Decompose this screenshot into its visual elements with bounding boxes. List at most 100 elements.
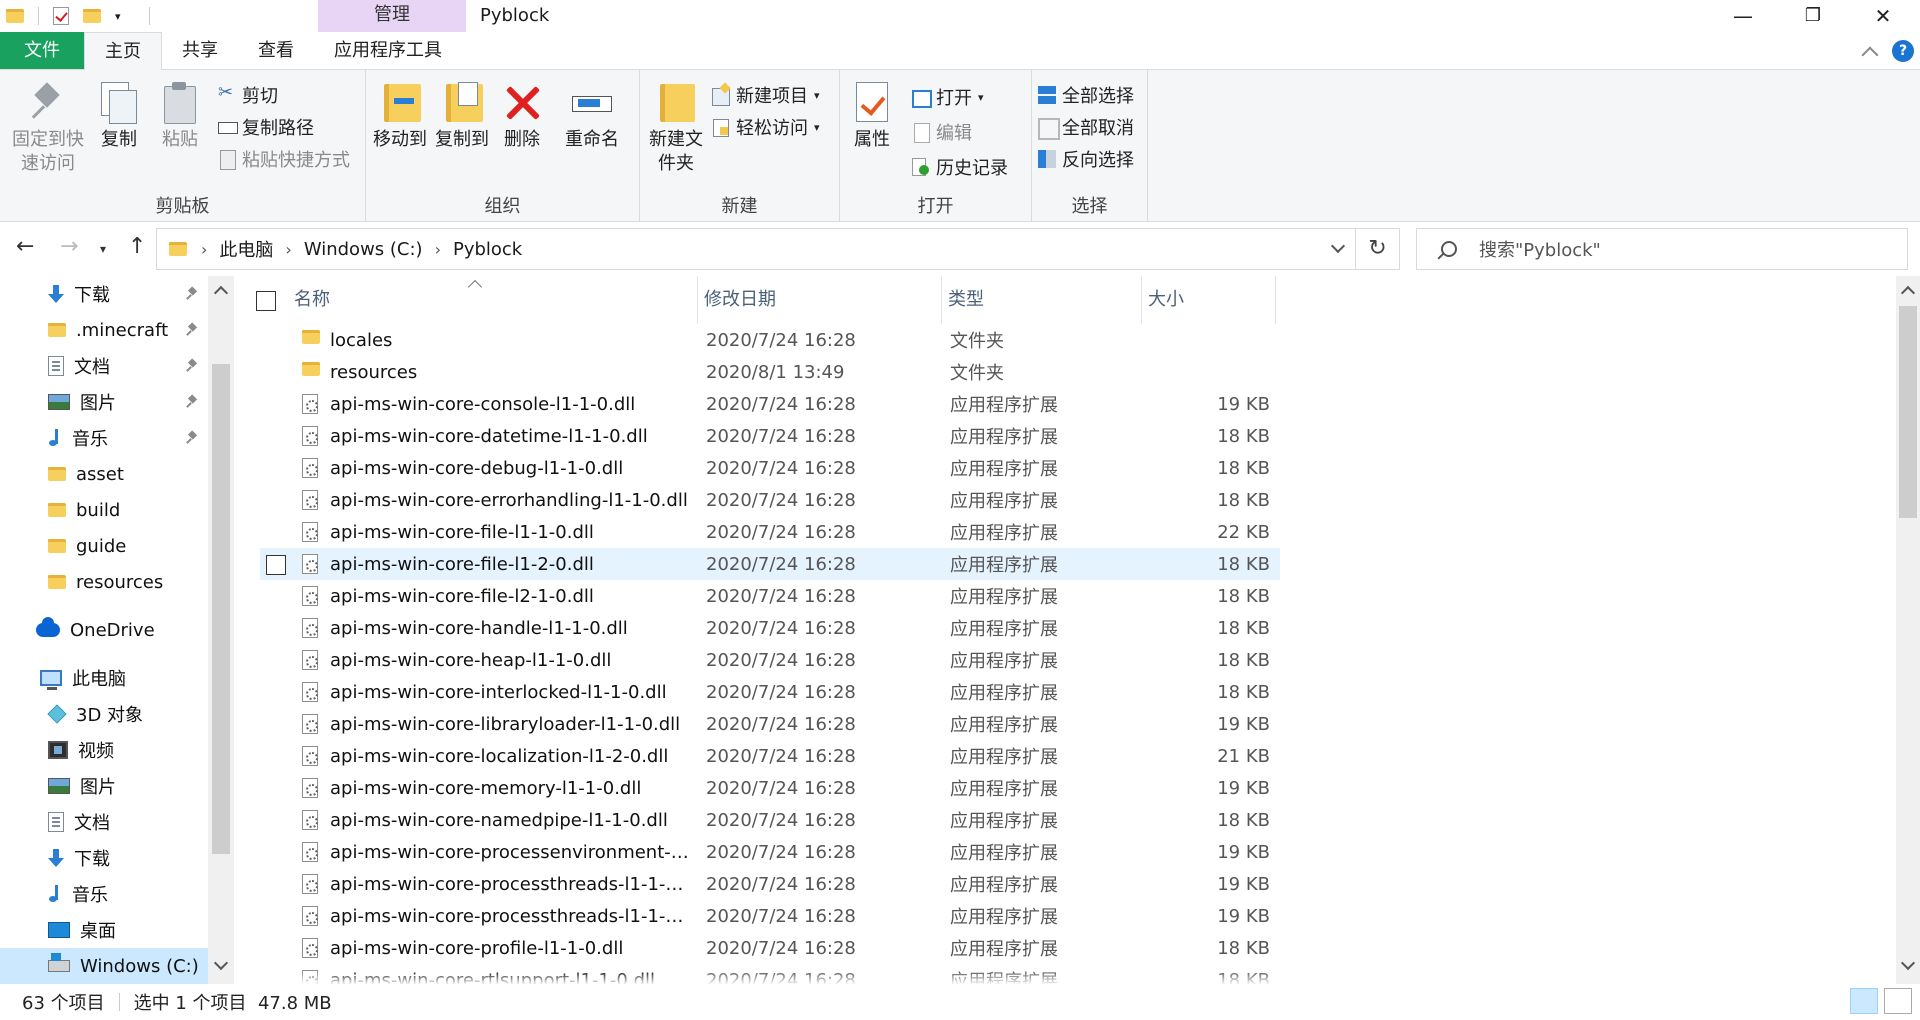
table-row[interactable]: api-ms-win-core-localization-l1-2-0.dll 2… xyxy=(260,740,1280,772)
cut-button[interactable]: 剪切 xyxy=(218,82,278,108)
address-history-chevron-icon[interactable] xyxy=(1330,238,1346,254)
close-button[interactable]: ✕ xyxy=(1854,0,1912,32)
copy-path-button[interactable]: 复制路径 xyxy=(218,114,314,140)
nav-item-pictures-pc[interactable]: 图片 xyxy=(48,768,116,804)
tab-view[interactable]: 查看 xyxy=(238,32,314,69)
pin-quick-access-button[interactable]: 固定到快速访问 xyxy=(8,80,88,176)
easy-access-button[interactable]: 轻松访问 ▾ xyxy=(712,114,820,140)
nav-item-pictures[interactable]: 图片 xyxy=(48,384,116,420)
table-row[interactable]: api-ms-win-core-datetime-l1-1-0.dll 2020/… xyxy=(260,420,1280,452)
customize-toolbar-chevron-icon[interactable]: ▾ xyxy=(115,10,121,23)
table-row[interactable]: api-ms-win-core-processthreads-l1-1-0...… xyxy=(260,868,1280,900)
nav-item-build[interactable]: build xyxy=(48,492,120,528)
properties-button[interactable]: 属性 xyxy=(850,80,894,152)
table-row[interactable]: resources 2020/8/1 13:49 文件夹 xyxy=(260,356,1280,388)
scrollbar-thumb[interactable] xyxy=(212,364,230,854)
breadcrumb-drive[interactable]: Windows (C:) xyxy=(304,239,423,260)
column-name[interactable]: 名称 xyxy=(288,276,698,324)
column-date[interactable]: 修改日期 xyxy=(698,276,942,324)
minimize-ribbon-icon[interactable] xyxy=(1861,46,1879,63)
tab-file[interactable]: 文件 xyxy=(0,32,84,69)
nav-item-guide[interactable]: guide xyxy=(48,528,126,564)
new-folder-button[interactable]: 新建文件夹 xyxy=(648,80,704,176)
table-row[interactable]: api-ms-win-core-errorhandling-l1-1-0.dll… xyxy=(260,484,1280,516)
paste-button[interactable]: 粘贴 xyxy=(155,80,205,152)
pin-icon[interactable] xyxy=(187,324,197,336)
table-row[interactable]: api-ms-win-core-libraryloader-l1-1-0.dll… xyxy=(260,708,1280,740)
scroll-up-arrow-icon[interactable] xyxy=(1900,285,1916,301)
select-all-button[interactable]: 全部选择 xyxy=(1038,82,1134,108)
scroll-down-arrow-icon[interactable] xyxy=(1900,955,1916,971)
table-row[interactable]: api-ms-win-core-processenvironment-l1...… xyxy=(260,836,1280,868)
table-row[interactable]: api-ms-win-core-processthreads-l1-1-1...… xyxy=(260,900,1280,932)
scroll-down-arrow-icon[interactable] xyxy=(213,955,229,971)
help-icon[interactable]: ? xyxy=(1892,39,1914,62)
copy-button[interactable]: 复制 xyxy=(94,80,144,152)
table-row[interactable]: api-ms-win-core-file-l1-2-0.dll 2020/7/24… xyxy=(260,548,1280,580)
large-icons-view-icon[interactable] xyxy=(1884,988,1912,1014)
table-row[interactable]: locales 2020/7/24 16:28 文件夹 xyxy=(260,324,1280,356)
edit-button[interactable]: 编辑 xyxy=(912,119,972,145)
forward-arrow-icon[interactable]: → xyxy=(60,234,78,259)
nav-pane-scrollbar[interactable] xyxy=(208,276,234,984)
pin-icon[interactable] xyxy=(187,396,197,408)
paste-shortcut-button[interactable]: 粘贴快捷方式 xyxy=(218,146,350,172)
refresh-button[interactable]: ↻ xyxy=(1356,228,1400,270)
breadcrumb-separator-icon[interactable]: › xyxy=(201,240,207,259)
table-row[interactable]: api-ms-win-core-profile-l1-1-0.dll 2020/7… xyxy=(260,932,1280,964)
nav-item-3d-objects[interactable]: 3D 对象 xyxy=(47,696,143,732)
table-row[interactable]: api-ms-win-core-namedpipe-l1-1-0.dll 2020… xyxy=(260,804,1280,836)
column-type[interactable]: 类型 xyxy=(942,276,1142,324)
scrollbar-thumb[interactable] xyxy=(1899,306,1917,518)
nav-item-downloads-pc[interactable]: 下载 xyxy=(48,840,110,876)
properties-icon[interactable] xyxy=(53,7,69,25)
scroll-up-arrow-icon[interactable] xyxy=(213,285,229,301)
delete-button[interactable]: 删除 xyxy=(502,80,542,152)
back-arrow-icon[interactable]: ← xyxy=(16,234,34,259)
nav-item-downloads[interactable]: 下载 xyxy=(48,276,110,312)
file-list-scrollbar[interactable] xyxy=(1896,276,1920,984)
new-folder-icon[interactable] xyxy=(83,9,101,23)
nav-item-videos[interactable]: 视频 xyxy=(48,732,114,768)
table-row[interactable]: api-ms-win-core-file-l1-1-0.dll 2020/7/24… xyxy=(260,516,1280,548)
search-input[interactable]: 搜索"Pyblock" xyxy=(1479,236,1601,262)
move-to-button[interactable]: 移动到 xyxy=(372,80,428,152)
up-arrow-icon[interactable]: ↑ xyxy=(128,234,146,259)
pin-icon[interactable] xyxy=(187,288,197,300)
table-row[interactable]: api-ms-win-core-interlocked-l1-1-0.dll 20… xyxy=(260,676,1280,708)
table-row[interactable]: api-ms-win-core-heap-l1-1-0.dll 2020/7/24… xyxy=(260,644,1280,676)
nav-item-windows-c[interactable]: Windows (C:) xyxy=(0,948,208,984)
nav-item-this-pc[interactable]: 此电脑 xyxy=(40,660,126,696)
tab-application-tools[interactable]: 应用程序工具 xyxy=(314,32,462,69)
nav-item-minecraft[interactable]: .minecraft xyxy=(48,312,168,348)
nav-item-documents-pc[interactable]: 文档 xyxy=(48,804,110,840)
breadcrumb-current-folder[interactable]: Pyblock xyxy=(453,239,522,260)
table-row[interactable]: api-ms-win-core-handle-l1-1-0.dll 2020/7/… xyxy=(260,612,1280,644)
table-row[interactable]: api-ms-win-core-console-l1-1-0.dll 2020/7… xyxy=(260,388,1280,420)
details-view-icon[interactable] xyxy=(1850,988,1878,1014)
table-row[interactable]: api-ms-win-core-memory-l1-1-0.dll 2020/7/… xyxy=(260,772,1280,804)
tab-share[interactable]: 共享 xyxy=(162,32,238,69)
history-button[interactable]: 历史记录 xyxy=(912,154,1008,180)
rename-button[interactable]: 重命名 xyxy=(562,80,622,152)
address-bar[interactable]: › 此电脑 › Windows (C:) › Pyblock xyxy=(156,228,1356,270)
maximize-button[interactable]: ❐ xyxy=(1784,0,1842,32)
table-row[interactable]: api-ms-win-core-file-l2-1-0.dll 2020/7/24… xyxy=(260,580,1280,612)
nav-item-documents[interactable]: 文档 xyxy=(48,348,110,384)
copy-to-button[interactable]: 复制到 xyxy=(434,80,490,152)
context-tab-manage[interactable]: 管理 xyxy=(318,0,466,32)
search-box[interactable]: 搜索"Pyblock" xyxy=(1416,228,1908,270)
nav-item-desktop[interactable]: 桌面 xyxy=(48,912,116,948)
table-row[interactable]: api-ms-win-core-debug-l1-1-0.dll 2020/7/2… xyxy=(260,452,1280,484)
nav-item-asset[interactable]: asset xyxy=(48,456,124,492)
nav-item-music-pc[interactable]: 音乐 xyxy=(48,876,108,912)
tab-home[interactable]: 主页 xyxy=(84,32,162,71)
nav-item-resources[interactable]: resources xyxy=(48,564,163,600)
new-item-button[interactable]: 新建项目 ▾ xyxy=(712,82,820,108)
breadcrumb-separator-icon[interactable]: › xyxy=(435,240,441,259)
nav-item-onedrive[interactable]: OneDrive xyxy=(36,612,155,648)
invert-selection-button[interactable]: 反向选择 xyxy=(1038,146,1134,172)
open-button[interactable]: 打开 ▾ xyxy=(912,84,984,110)
nav-item-music[interactable]: 音乐 xyxy=(48,420,108,456)
row-checkbox[interactable] xyxy=(266,555,286,575)
